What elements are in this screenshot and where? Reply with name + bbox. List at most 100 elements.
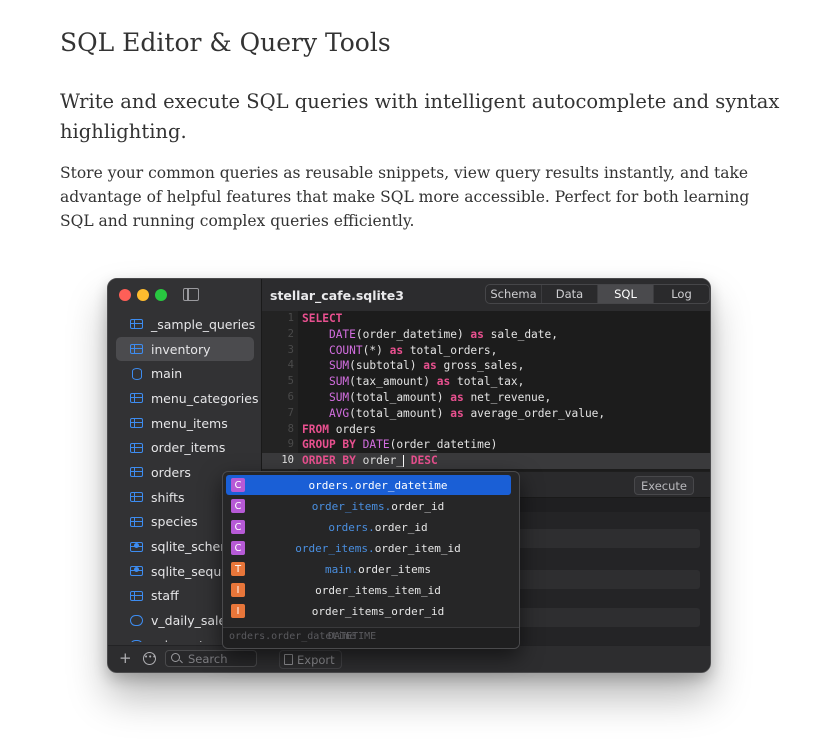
code-line-current: 10 ORDER BY order_ DESC	[262, 453, 710, 469]
close-window-button[interactable]	[119, 289, 131, 301]
window-titlebar: stellar_cafe.sqlite3 Schema Data SQL Log	[262, 279, 710, 312]
autocomplete-item[interactable]: Corder_items.order_item_id	[226, 538, 511, 558]
sidebar-item-label: inventory	[151, 341, 211, 357]
table-icon	[130, 590, 143, 601]
code-line: 6 SUM(total_amount) as net_revenue,	[262, 390, 710, 406]
code-line: 1 SELECT	[262, 311, 710, 327]
view-icon	[130, 615, 143, 627]
column-badge-icon: C	[231, 541, 245, 555]
sidebar-item-label: v_daily_sales	[151, 613, 233, 629]
sidebar-item-main[interactable]: main	[116, 361, 254, 386]
system-table-icon	[130, 541, 143, 552]
zoom-window-button[interactable]	[155, 289, 167, 301]
database-icon	[132, 367, 142, 380]
autocomplete-item[interactable]: Iorder_items_order_id	[226, 601, 511, 621]
sidebar-toggle-icon[interactable]	[183, 288, 199, 301]
sidebar-item-order-items[interactable]: order_items	[116, 435, 254, 460]
text-cursor	[403, 455, 405, 468]
line-number: 8	[287, 422, 294, 435]
line-number: 6	[287, 391, 294, 403]
view-tabs: Schema Data SQL Log	[485, 284, 710, 304]
autocomplete-popup: Iorder_items_order_id Iorder_items_item_i…	[222, 471, 520, 649]
view-icon	[130, 639, 143, 642]
autocomplete-item-text: orders.order_id	[251, 521, 505, 534]
autocomplete-item[interactable]: Corders.order_id	[226, 517, 511, 537]
sql-editor[interactable]: 1 SELECT 2 DATE(order_datetime) as sale_d…	[262, 311, 710, 471]
system-table-icon	[130, 566, 143, 577]
autocomplete-item[interactable]: Iorder_items_item_id	[226, 580, 511, 600]
line-number: 10	[281, 454, 294, 467]
column-badge-icon: C	[231, 478, 245, 492]
code-line: 9 GROUP BY DATE(order_datetime)	[262, 437, 710, 453]
table-badge-icon: T	[231, 562, 245, 576]
autocomplete-item-prefix: main.	[325, 562, 359, 576]
autocomplete-item-name: order_id	[374, 520, 428, 534]
table-icon	[130, 319, 143, 330]
sidebar-item-label: order_items	[151, 440, 226, 456]
code-line: 5 SUM(tax_amount) as total_tax,	[262, 374, 710, 390]
tab-sql[interactable]: SQL	[598, 285, 654, 303]
autocomplete-item-name: order_id	[391, 499, 445, 513]
sidebar-item-label: menu_items	[151, 415, 228, 431]
table-icon	[130, 516, 143, 527]
line-number: 3	[287, 343, 294, 356]
autocomplete-footer-type: DATETIME	[328, 631, 377, 642]
tab-log[interactable]: Log	[654, 285, 709, 303]
sidebar-item-sample-queries[interactable]: _sample_queries	[116, 312, 256, 337]
autocomplete-item-name: order_datetime	[354, 478, 448, 492]
sidebar-item-label: menu_categories	[151, 390, 259, 406]
line-number: 5	[287, 375, 294, 388]
autocomplete-item-text: order_items_item_id	[251, 584, 505, 597]
table-icon	[130, 442, 143, 453]
export-button[interactable]: Export	[279, 650, 342, 669]
code-line: 3 COUNT(*) as total_orders,	[262, 343, 710, 359]
sidebar-search	[165, 650, 257, 667]
autocomplete-item-prefix: order_items.	[295, 541, 375, 555]
autocomplete-item[interactable]: Corders.order_datetime	[226, 475, 511, 495]
page-title: SQL Editor & Query Tools	[60, 28, 391, 57]
autocomplete-item-prefix: orders.	[308, 478, 355, 492]
table-icon	[130, 344, 143, 355]
code-line: 4 SUM(subtotal) as gross_sales,	[262, 358, 710, 374]
table-icon	[130, 418, 143, 429]
sidebar-item-menu-categories[interactable]: menu_categories	[116, 386, 258, 411]
index-badge-icon: I	[231, 583, 245, 597]
sidebar-item-label: staff	[151, 588, 179, 604]
sidebar-item-label: _sample_queries	[151, 316, 256, 332]
more-options-icon[interactable]: •••	[143, 652, 156, 665]
autocomplete-item-name: order_items_item_id	[315, 583, 441, 597]
sidebar-item-inventory[interactable]: inventory	[116, 336, 254, 362]
sidebar-footer: + •••	[108, 645, 262, 672]
autocomplete-footer: orders.order_datetime DATETIME	[223, 627, 519, 648]
autocomplete-item[interactable]: Corder_items.order_id	[226, 496, 511, 516]
line-number: 4	[287, 359, 294, 372]
search-icon	[171, 653, 180, 662]
column-badge-icon: C	[231, 520, 245, 534]
sidebar-item-label: shifts	[151, 489, 185, 505]
column-badge-icon: C	[231, 499, 245, 513]
tab-data[interactable]: Data	[542, 285, 598, 303]
sidebar-search-input[interactable]	[188, 651, 254, 666]
execute-button[interactable]: Execute	[634, 476, 694, 495]
autocomplete-item-name: order_items_order_id	[311, 604, 445, 618]
tab-schema[interactable]: Schema	[486, 285, 542, 303]
add-button[interactable]: +	[119, 649, 132, 667]
export-icon	[284, 654, 293, 665]
autocomplete-item-text: order_items.order_item_id	[251, 542, 505, 555]
table-icon	[130, 393, 143, 404]
line-number: 2	[287, 327, 294, 340]
sidebar-item-label: orders	[151, 464, 191, 480]
sidebar-item-label: main	[151, 366, 183, 382]
autocomplete-item-name: order_items	[358, 562, 431, 576]
sidebar-item-label: species	[151, 514, 198, 530]
autocomplete-item-prefix: order_items.	[311, 499, 392, 513]
minimize-window-button[interactable]	[137, 289, 149, 301]
autocomplete-item[interactable]: Tmain.order_items	[226, 559, 511, 579]
table-icon	[130, 467, 143, 478]
sidebar-item-menu-items[interactable]: menu_items	[116, 411, 254, 436]
export-label: Export	[297, 652, 335, 667]
main-footer: Export	[262, 645, 710, 672]
autocomplete-item-prefix: orders.	[328, 520, 375, 534]
autocomplete-item-text: order_items_order_id	[251, 605, 505, 618]
code-line: 8 FROM orders	[262, 422, 710, 438]
